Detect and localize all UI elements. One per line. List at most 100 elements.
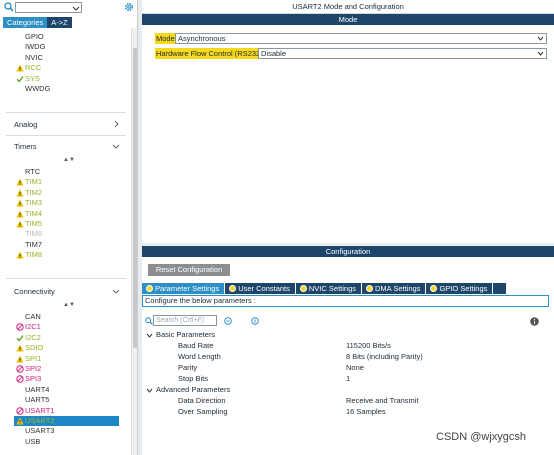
sidebar-item-label: RCC [25,63,42,73]
parameter-name: Data Direction [178,396,226,405]
flow-control-label: Hardware Flow Control (RS232) [155,48,264,59]
check-icon [16,334,24,342]
divider [6,112,126,113]
sort-indicator-icon[interactable]: ▲▼ [63,302,75,308]
configuration-tabs: Parameter Settings User Constants NVIC Set… [142,283,506,294]
warning-icon [16,199,24,207]
sidebar-item-label: USART3 [25,426,55,436]
parameter-value[interactable]: 16 Samples [346,407,386,417]
mode-label: Mode [155,33,176,44]
sidebar-item-label: TIM2 [25,187,43,197]
warning-icon [16,64,24,72]
sidebar-item-label: TIM1 [25,177,43,187]
left-scrollbar[interactable] [131,28,137,455]
parameter-value[interactable]: 8 Bits (including Parity) [346,352,423,362]
parameter-value[interactable]: None [346,363,364,373]
page-title: USART2 Mode and Configuration [142,0,554,14]
warning-icon [16,355,24,363]
flow-control-value: Disable [261,49,287,58]
sidebar-item-label: TIM7 [25,239,43,249]
chevron-down-icon[interactable] [112,287,120,295]
parameter-search-input[interactable]: Search (Crtl+F) [153,315,217,326]
tab-label: NVIC Settings [308,284,356,293]
parameter-name: Baud Rate [178,341,214,350]
blocked-icon [16,365,24,373]
sidebar-item-label: SYS [25,73,41,83]
sidebar-item-label: UART5 [25,395,50,405]
parameter-name: Parity [178,363,198,372]
configuration-header: Configuration [142,246,554,257]
sidebar-item-label: TIM4 [25,208,43,218]
mode-select[interactable]: Asynchronous [175,33,547,44]
search-icon [145,317,153,325]
status-dot-icon [430,285,438,292]
warning-icon [16,251,24,259]
info-icon[interactable] [530,317,539,326]
sidebar-item-label: USART1 [25,405,55,415]
gear-icon[interactable] [124,2,134,12]
warning-icon [16,178,24,186]
sidebar-item-usart2[interactable]: USART2 [14,416,119,426]
search-row [0,0,138,16]
chevron-down-icon[interactable] [112,142,120,150]
chevron-down-icon[interactable] [537,50,544,57]
search-icon [4,2,14,12]
sidebar-item-label: SDIO [25,343,44,353]
chevron-right-icon[interactable] [112,120,120,128]
configure-hint: Configure the below parameters : [142,295,549,307]
scrollbar-thumb[interactable] [133,48,137,348]
sidebar-item-label: UART4 [25,384,50,394]
tab-categories[interactable]: Categories [3,17,48,28]
sidebar-item-label: TIM5 [25,219,43,228]
sort-indicator-icon[interactable]: ▲▼ [63,157,75,163]
tab-dma-settings[interactable]: DMA Settings [362,283,427,294]
watermark: CSDN @wjxygcsh [436,431,527,443]
flow-control-select[interactable]: Disable [258,48,547,59]
sidebar-item-label: SPI3 [25,374,42,384]
sidebar-item-label: WWDG [25,84,51,93]
group-label: Basic Parameters [156,330,216,339]
blocked-icon [16,375,24,384]
sidebar-item-label: USART2 [25,416,55,425]
chevron-down-icon[interactable] [537,35,544,42]
sidebar-item-label: IWDG [25,42,46,52]
chevron-down-icon[interactable] [146,332,153,339]
mode-row: Mode Asynchronous [155,33,547,44]
tab-label: DMA Settings [375,284,421,293]
reset-configuration-button[interactable]: Reset Configuration [148,264,230,276]
warning-icon [16,210,24,218]
tab-nvic-settings[interactable]: NVIC Settings [296,283,362,294]
parameter-value[interactable]: Receive and Transmit [346,396,419,406]
mode-header: Mode [142,14,554,25]
parameter-value[interactable]: 1 [346,374,350,384]
tab-label: GPIO Settings [439,284,488,293]
chevron-down-icon[interactable] [146,387,153,394]
tab-gpio-settings[interactable]: GPIO Settings [426,283,494,294]
sidebar-item-label: TIM8 [25,250,43,260]
tab-user-constants[interactable]: User Constants [225,283,296,294]
tab-a-z[interactable]: A->Z [47,17,72,28]
category-connectivity[interactable]: Connectivity [14,287,55,296]
check-icon [16,75,24,83]
category-timers[interactable]: Timers [14,142,37,151]
status-dot-icon [366,285,373,292]
tab-parameter-settings[interactable]: Parameter Settings [142,283,226,294]
search-input[interactable] [15,2,82,13]
parameter-value[interactable]: 115200 Bits/s [346,341,391,351]
search-next-icon[interactable] [251,317,259,325]
sidebar-item-label: GPIO [25,32,44,41]
sidebar-item-label: TIM3 [25,198,43,208]
configuration-panel: Configuration Reset Configuration Parame… [142,246,554,455]
divider [6,135,126,136]
chevron-down-icon[interactable] [72,4,80,12]
mode-value: Asynchronous [178,34,226,43]
flow-control-row: Hardware Flow Control (RS232) Disable [155,48,547,59]
sidebar-item-label: NVIC [25,52,43,62]
search-previous-icon[interactable] [224,317,232,325]
category-analog[interactable]: Analog [14,120,37,129]
tab-label: User Constants [238,284,290,293]
status-dot-icon [299,285,307,292]
parameter-name: Word Length [178,352,221,361]
mode-panel: USART2 Mode and Configuration Mode Mode … [142,0,554,243]
warning-icon [16,344,24,352]
